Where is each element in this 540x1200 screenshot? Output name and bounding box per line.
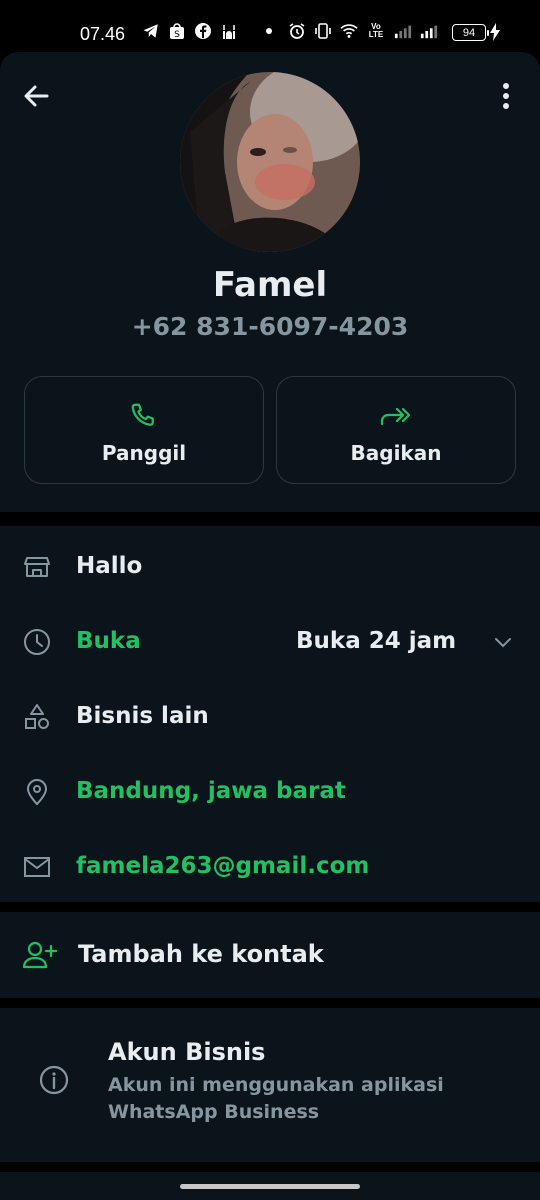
mosque-icon [220,22,238,40]
battery-level: 94 [462,26,476,39]
business-account-subtitle: Akun ini menggunakan aplikasi WhatsApp B… [108,1074,444,1123]
contact-name: Famel [212,265,328,305]
chevron-down-icon[interactable] [492,631,514,653]
email-row[interactable]: famela263@gmail.com [0,828,540,903]
category-row: Bisnis lain [0,678,540,753]
share-button[interactable]: Bagikan [276,376,516,484]
address-row[interactable]: Bandung, jawa barat [0,753,540,828]
status-time: 07.46 [80,24,126,44]
wifi-icon [340,22,358,40]
contact-phone[interactable]: +62 831-6097-4203 [0,312,540,341]
business-address: Bandung, jawa barat [76,778,346,804]
notification-icons: S [142,22,278,40]
hours-status: Buka [76,628,141,654]
charging-icon [489,22,501,47]
more-vert-icon [503,83,509,109]
dot-icon [260,22,278,40]
share-button-label: Bagikan [350,441,442,465]
business-account-card[interactable]: Akun Bisnis Akun ini menggunakan aplikas… [0,1008,540,1162]
business-category: Bisnis lain [76,703,209,729]
home-indicator[interactable] [180,1184,360,1189]
signal-icon [420,22,438,40]
shapes-icon [25,704,49,729]
description-row: Hallo [0,528,540,603]
telegram-icon [142,22,160,40]
svg-text:S: S [174,30,180,40]
business-info-card: Hallo Buka Buka 24 jam Bisnis lain Bandu… [0,526,540,902]
avatar[interactable] [180,72,360,252]
info-icon [39,1065,69,1095]
more-options-button[interactable] [496,80,516,112]
add-contact-label: Tambah ke kontak [78,940,324,968]
business-description: Hallo [76,553,143,579]
system-icons: Vo LTE [288,22,438,40]
volte-icon: Vo LTE [368,22,384,39]
vibrate-icon [314,22,332,40]
store-icon [24,557,50,577]
signal-icon [394,22,412,40]
add-person-icon [22,941,58,969]
clock-icon [24,629,50,655]
business-email: famela263@gmail.com [76,853,370,879]
mail-icon [24,857,50,877]
share-forward-icon [380,407,411,426]
phone-icon [131,403,154,426]
alarm-icon [288,22,306,40]
add-contact-row[interactable]: Tambah ke kontak [0,912,540,998]
call-button[interactable]: Panggil [24,376,264,484]
shopee-icon: S [168,22,186,40]
arrow-back-icon [24,85,49,107]
back-button[interactable] [20,80,52,112]
battery-icon: 94 [452,24,489,41]
business-account-title: Akun Bisnis [108,1038,266,1066]
hours-detail: Buka 24 jam [296,628,457,654]
facebook-icon [194,22,212,40]
call-button-label: Panggil [101,441,187,465]
location-pin-icon [26,779,48,806]
hours-row[interactable]: Buka Buka 24 jam [0,603,540,678]
profile-photo [180,72,360,252]
